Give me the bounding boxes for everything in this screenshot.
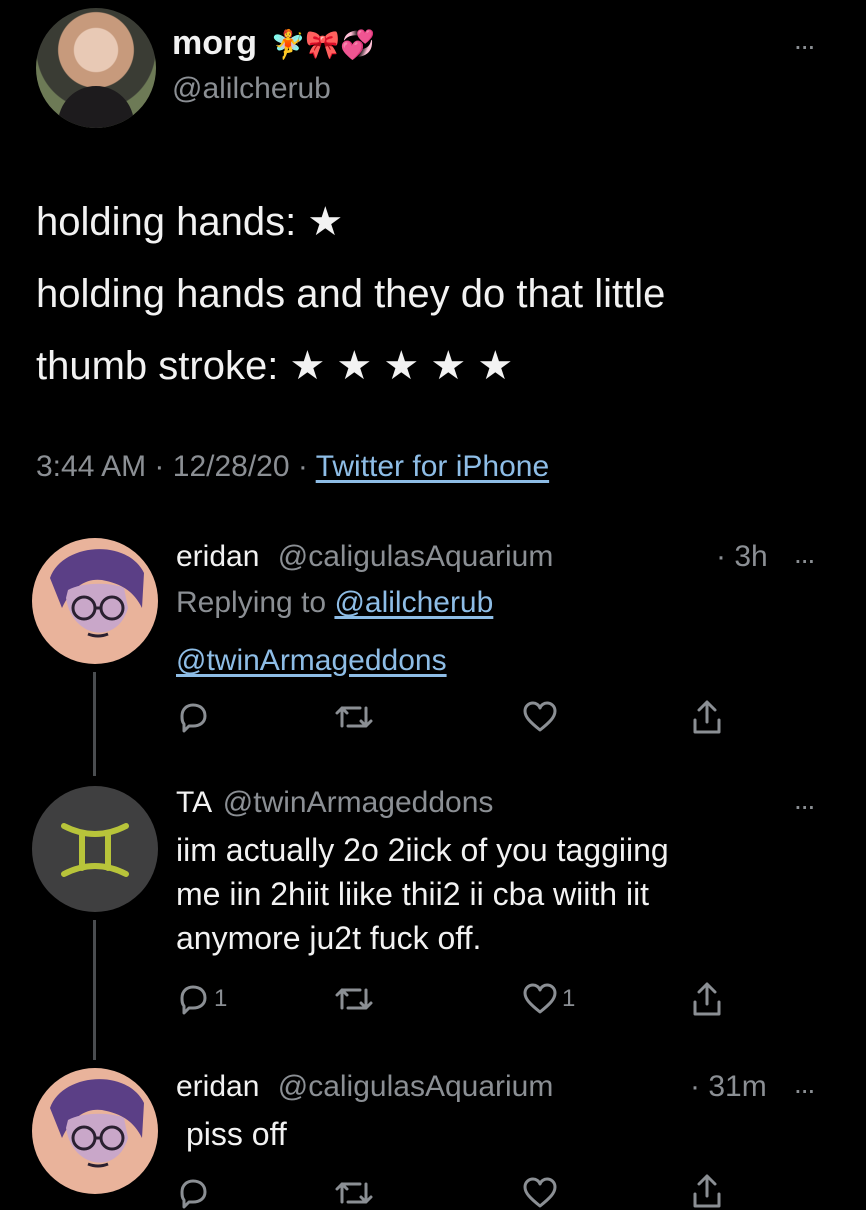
reply-1-more-button[interactable]: ... xyxy=(794,540,815,568)
replying-to-label: Replying to xyxy=(176,586,327,619)
like-icon[interactable] xyxy=(522,1176,558,1210)
thread-line xyxy=(93,920,96,1060)
like-icon[interactable]: 1 xyxy=(522,982,575,1016)
reply-2-text-line-3: anymore ju2t fuck off. xyxy=(176,920,482,956)
tweet-meta: 3:44 AM · 12/28/20 · Twitter for iPhone xyxy=(36,450,549,484)
reply-icon[interactable] xyxy=(176,700,210,734)
more-options-button[interactable]: ... xyxy=(794,26,815,54)
reply-2-more-button[interactable]: ... xyxy=(794,786,815,814)
meta-separator: · xyxy=(297,450,308,483)
reply-3-time[interactable]: · 31m xyxy=(690,1070,767,1104)
tweet-text-line-1: holding hands: ★ xyxy=(36,200,344,244)
reply-1-time[interactable]: · 3h xyxy=(716,540,768,574)
retweet-icon[interactable] xyxy=(334,982,374,1016)
meta-separator: · xyxy=(154,450,165,483)
reply-3-handle[interactable]: @caligulasAquarium xyxy=(278,1070,554,1103)
tweet-text-line-2: holding hands and they do that little xyxy=(36,272,666,316)
replying-to-link[interactable]: @alilcherub xyxy=(334,586,493,619)
reply-count: 1 xyxy=(214,985,228,1012)
like-icon[interactable] xyxy=(522,700,558,734)
avatar-eridan[interactable] xyxy=(32,538,158,664)
eridan-portrait xyxy=(50,1079,144,1168)
tweet-date: 12/28/20 xyxy=(172,450,290,483)
reply-1-mention[interactable]: @twinArmageddons xyxy=(176,644,447,678)
reply-2-text: iim actually 2o 2iick of you taggiing me… xyxy=(176,828,669,960)
reply-3-text: piss off xyxy=(186,1116,287,1152)
reply-2-handle[interactable]: @twinArmageddons xyxy=(223,786,494,819)
user-handle[interactable]: @alilcherub xyxy=(172,72,331,106)
retweet-icon[interactable] xyxy=(334,700,374,734)
reply-icon[interactable] xyxy=(176,1176,210,1210)
gemini-icon xyxy=(61,823,129,877)
tweet-source-link[interactable]: Twitter for iPhone xyxy=(316,450,549,483)
reply-1-handle[interactable]: @caligulasAquarium xyxy=(278,540,554,573)
reply-3-header: eridan @caligulasAquarium xyxy=(176,1070,553,1104)
eridan-portrait xyxy=(50,549,144,638)
reply-1-name[interactable]: eridan xyxy=(176,540,259,573)
name-emojis: 🧚🎀💞 xyxy=(270,29,376,60)
reply-2-text-line-1: iim actually 2o 2iick of you taggiing xyxy=(176,832,669,868)
share-icon[interactable] xyxy=(690,698,724,736)
tweet-time: 3:44 AM xyxy=(36,450,147,483)
thread-line xyxy=(93,672,96,776)
reply-2-text-line-2: me iin 2hiit liike thii2 ii cba wiith ii… xyxy=(176,876,650,912)
tweet-text-line-3: thumb stroke: ★ ★ ★ ★ ★ xyxy=(36,344,514,388)
reply-2-header: TA @twinArmageddons xyxy=(176,786,493,820)
reply-2-name[interactable]: TA xyxy=(176,786,210,819)
reply-icon[interactable]: 1 xyxy=(176,982,227,1016)
display-name-text: morg xyxy=(172,24,257,62)
reply-1-replying-to: Replying to @alilcherub xyxy=(176,586,493,620)
reply-1-header: eridan @caligulasAquarium xyxy=(176,540,553,574)
display-name[interactable]: morg 🧚🎀💞 xyxy=(172,24,375,63)
like-count: 1 xyxy=(562,985,576,1012)
tweet-text: holding hands: ★ holding hands and they … xyxy=(36,186,665,402)
reply-3-more-button[interactable]: ... xyxy=(794,1070,815,1098)
avatar-eridan[interactable] xyxy=(32,1068,158,1194)
avatar-morg[interactable] xyxy=(36,8,156,128)
share-icon[interactable] xyxy=(690,980,724,1018)
share-icon[interactable] xyxy=(690,1172,724,1210)
retweet-icon[interactable] xyxy=(334,1176,374,1210)
reply-3-name[interactable]: eridan xyxy=(176,1070,259,1103)
avatar-ta[interactable] xyxy=(32,786,158,912)
